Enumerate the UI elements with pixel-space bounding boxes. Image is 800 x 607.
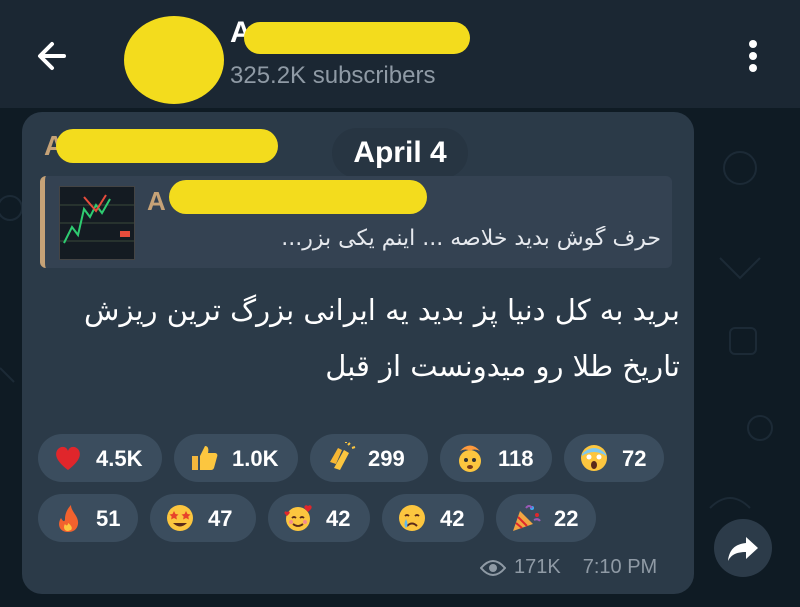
reaction-count: 42 <box>440 506 465 531</box>
reaction-count: 42 <box>326 506 351 531</box>
fire-icon <box>59 505 79 532</box>
thumbs-up-icon <box>192 446 218 470</box>
more-menu-icon[interactable] <box>740 36 766 76</box>
reply-thumbnail <box>59 186 135 260</box>
date-label: April 4 <box>332 128 468 178</box>
reaction-scream[interactable]: 72 <box>564 434 664 482</box>
reply-preview[interactable]: A حرف گوش بدید خلاصه ... اینم یکی بزر... <box>40 176 672 268</box>
message-time: 7:10 PM <box>582 556 658 578</box>
reaction-star-struck[interactable]: 47 <box>150 494 256 542</box>
reply-author-redaction <box>169 180 427 214</box>
reply-author: A <box>147 186 166 216</box>
reaction-count: 72 <box>622 446 647 471</box>
back-arrow-icon[interactable] <box>32 36 72 76</box>
subscriber-count: 325.2K subscribers <box>230 62 436 89</box>
smiling-hearts-icon <box>284 505 312 531</box>
reaction-thumbs-up[interactable]: 1.0K <box>174 434 298 482</box>
red-heart-icon <box>56 446 80 470</box>
reaction-smiling-hearts[interactable]: 42 <box>268 494 370 542</box>
reaction-crying[interactable]: 42 <box>382 494 484 542</box>
channel-header: A 325.2K subscribers <box>0 0 800 108</box>
reaction-count: 22 <box>554 506 579 531</box>
clapping-hands-icon <box>330 442 356 470</box>
reaction-party[interactable]: 22 <box>496 494 596 542</box>
exploding-head-icon <box>459 445 481 472</box>
party-popper-icon <box>513 505 541 531</box>
name-redaction <box>244 22 470 54</box>
crying-face-icon <box>399 505 425 531</box>
reaction-count: 51 <box>96 506 121 531</box>
view-count: 171K <box>514 556 561 578</box>
star-struck-icon <box>167 505 193 531</box>
eye-icon <box>480 559 506 576</box>
reaction-count: 118 <box>498 446 534 471</box>
screaming-face-icon <box>581 445 607 471</box>
message-meta: 171K 7:10 PM <box>480 556 657 579</box>
reaction-count: 299 <box>368 446 405 471</box>
reaction-exploding-head[interactable]: 118 <box>440 434 552 482</box>
message-text: برید به کل دنیا پز بدید یه ایرانی بزرگ ت… <box>84 293 680 383</box>
reaction-count: 4.5K <box>96 446 143 471</box>
channel-avatar[interactable] <box>124 16 224 104</box>
reaction-clap[interactable]: 299 <box>310 434 428 482</box>
reaction-count: 47 <box>208 506 233 531</box>
reaction-fire[interactable]: 51 <box>38 494 138 542</box>
share-button[interactable] <box>714 519 772 577</box>
reply-text: حرف گوش بدید خلاصه ... اینم یکی بزر... <box>281 226 661 251</box>
forward-arrow-icon <box>728 537 758 561</box>
reaction-count: 1.0K <box>232 446 279 471</box>
reaction-heart[interactable]: 4.5K <box>38 434 162 482</box>
author-redaction <box>56 129 278 163</box>
